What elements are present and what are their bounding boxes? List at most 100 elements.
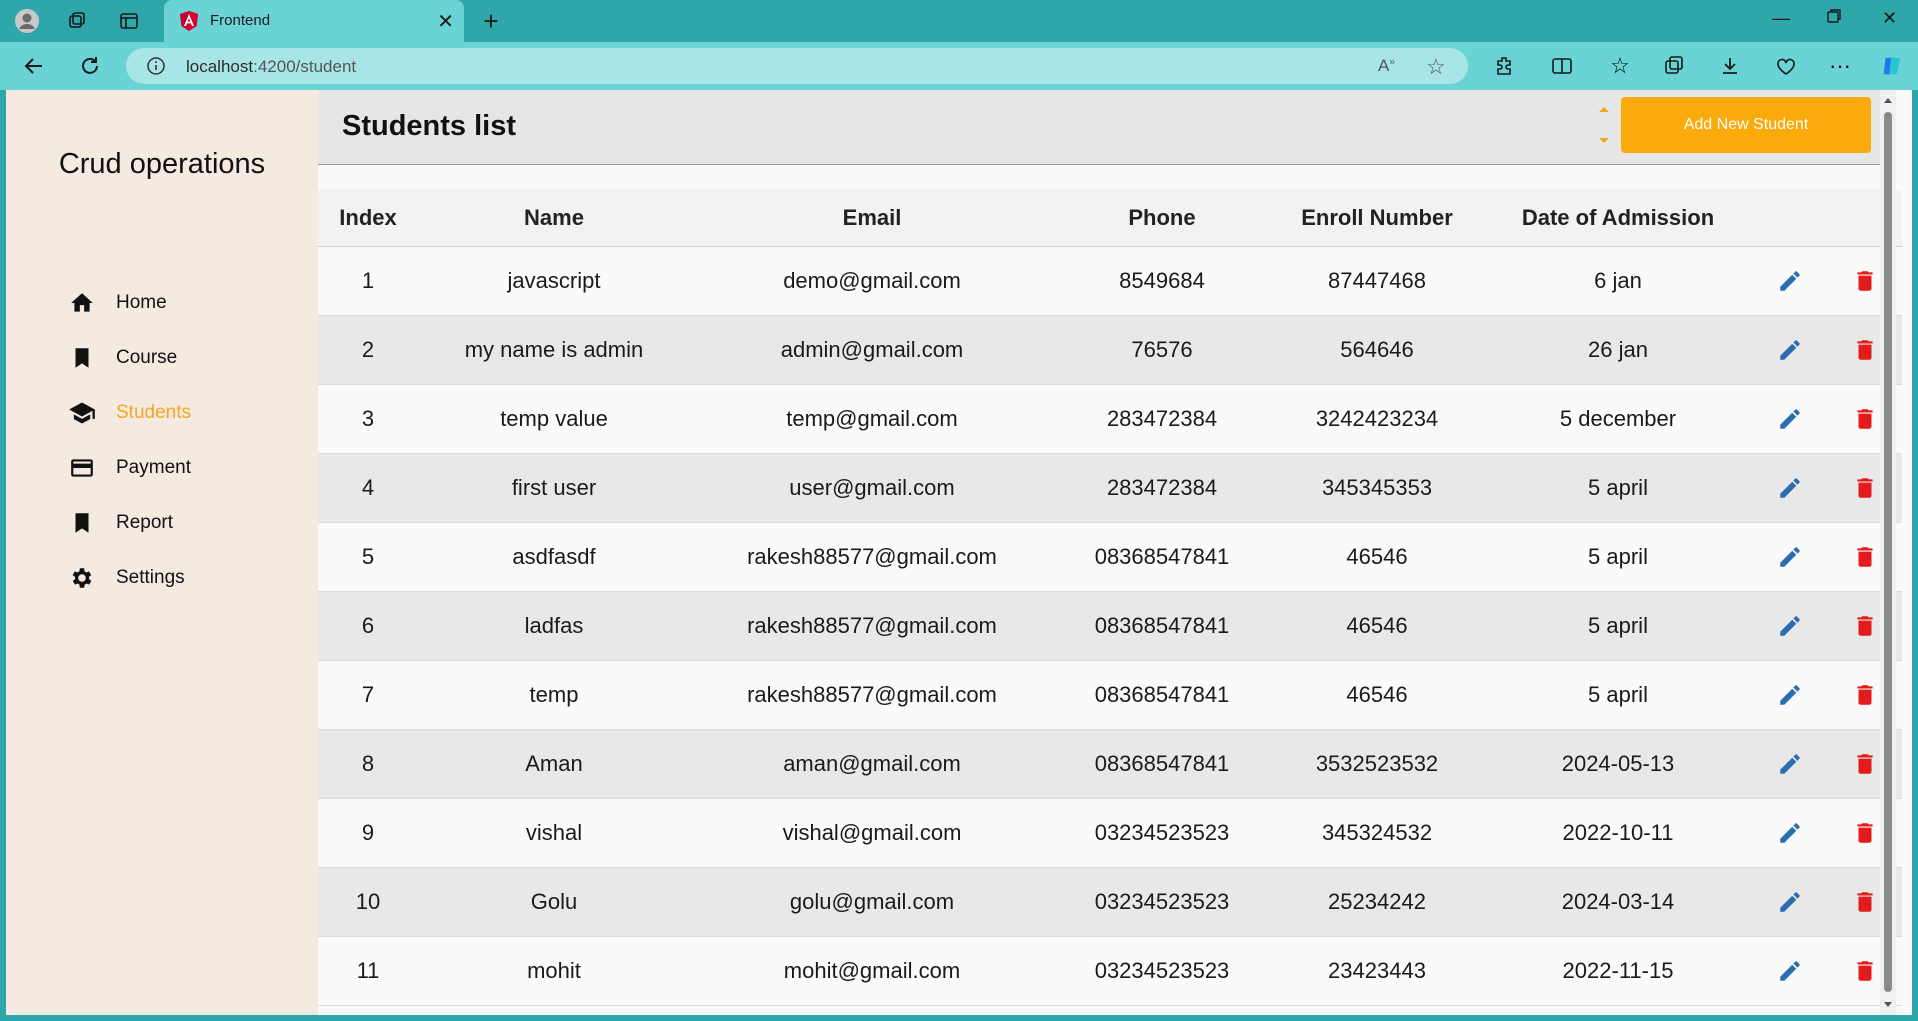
edit-pencil-icon[interactable]: [1776, 405, 1804, 433]
table-row: 5 asdfasdf rakesh88577@gmail.com 0836854784…: [318, 523, 1902, 592]
delete-trash-icon[interactable]: [1851, 405, 1879, 433]
enroll-number-cell: 23423443: [1328, 958, 1426, 983]
close-tab-icon[interactable]: ✕: [437, 9, 454, 34]
split-screen-icon[interactable]: [1550, 54, 1574, 78]
table-row: 2 my name is admin admin@gmail.com 76576 564…: [318, 316, 1902, 385]
email-cell: rakesh88577@gmail.com: [747, 544, 997, 569]
enroll-number-cell: 345324532: [1321, 820, 1433, 845]
add-new-student-button[interactable]: Add New Student: [1621, 97, 1871, 153]
name-cell: asdfasdf: [512, 544, 596, 569]
downloads-icon[interactable]: [1718, 54, 1742, 78]
close-window-icon[interactable]: ✕: [1882, 8, 1897, 29]
admission-date-cell: 5 april: [1588, 544, 1648, 569]
table-row: 3 temp value temp@gmail.com 283472384 324242…: [318, 385, 1902, 454]
more-options-icon[interactable]: ···: [1828, 53, 1852, 78]
email-cell: golu@gmail.com: [789, 889, 955, 914]
column-header[interactable]: Email: [690, 205, 1054, 231]
index-cell: 1: [361, 268, 375, 293]
info-icon[interactable]: [146, 56, 166, 81]
edit-pencil-icon[interactable]: [1776, 957, 1804, 985]
delete-trash-icon[interactable]: [1851, 888, 1879, 916]
edit-pencil-icon[interactable]: [1776, 681, 1804, 709]
delete-trash-icon[interactable]: [1851, 336, 1879, 364]
phone-cell: 76576: [1131, 337, 1193, 362]
browser-tab[interactable]: Frontend ✕: [164, 0, 464, 42]
edit-pencil-icon[interactable]: [1776, 336, 1804, 364]
favorite-star-icon[interactable]: ☆: [1426, 54, 1446, 80]
edit-pencil-icon[interactable]: [1776, 750, 1804, 778]
column-header[interactable]: Enroll Number: [1270, 205, 1484, 231]
column-header[interactable]: Index: [318, 205, 418, 231]
index-cell: 3: [361, 406, 375, 431]
admission-date-cell: 5 december: [1559, 406, 1677, 431]
scrollbar-thumb[interactable]: [1884, 112, 1892, 992]
delete-trash-icon[interactable]: [1851, 474, 1879, 502]
column-header[interactable]: Name: [418, 205, 690, 231]
collections-icon[interactable]: [1662, 54, 1686, 78]
browser-essentials-icon[interactable]: [1774, 54, 1798, 78]
enroll-number-cell: 46546: [1346, 544, 1408, 569]
edit-pencil-icon[interactable]: [1776, 474, 1804, 502]
sidebar-item-settings[interactable]: Settings: [68, 561, 185, 595]
refresh-icon[interactable]: [78, 54, 102, 78]
sidebar-item-report[interactable]: Report: [68, 506, 173, 540]
scrollbar[interactable]: [1880, 90, 1896, 1015]
favorites-icon[interactable]: ☆: [1608, 53, 1632, 78]
sidebar-item-payment[interactable]: Payment: [68, 451, 191, 485]
main-content: Students list Add New Student Index Name…: [318, 90, 1902, 1015]
edit-pencil-icon[interactable]: [1776, 612, 1804, 640]
back-arrow-icon[interactable]: [22, 54, 46, 78]
phone-cell: 283472384: [1106, 475, 1218, 500]
edit-pencil-icon[interactable]: [1776, 888, 1804, 916]
column-header[interactable]: Phone: [1054, 205, 1270, 231]
minimize-icon[interactable]: —: [1772, 8, 1790, 29]
enroll-number-cell: 345345353: [1321, 475, 1433, 500]
extensions-icon[interactable]: [1493, 54, 1517, 78]
copilot-icon[interactable]: [1880, 54, 1904, 78]
gear-icon: [68, 564, 96, 592]
delete-trash-icon[interactable]: [1851, 957, 1879, 985]
name-cell: temp: [529, 682, 579, 707]
index-cell: 11: [356, 958, 380, 983]
sidebar-item-course[interactable]: Course: [68, 341, 177, 375]
email-cell: temp@gmail.com: [786, 406, 958, 431]
angular-logo-icon: [178, 10, 200, 37]
index-cell: 6: [361, 613, 375, 638]
table-header-row: Index Name Email Phone Enroll Number Dat…: [318, 190, 1902, 247]
delete-trash-icon[interactable]: [1851, 267, 1879, 295]
restore-icon[interactable]: [1826, 8, 1842, 29]
table-row: 1 javascript demo@gmail.com 8549684 87447468…: [318, 247, 1902, 316]
delete-trash-icon[interactable]: [1851, 681, 1879, 709]
delete-trash-icon[interactable]: [1851, 750, 1879, 778]
read-aloud-icon[interactable]: A»: [1378, 56, 1395, 76]
workspaces-icon[interactable]: [64, 8, 90, 34]
edit-pencil-icon[interactable]: [1776, 819, 1804, 847]
name-cell: Golu: [530, 889, 578, 914]
profile-icon[interactable]: [14, 8, 40, 34]
vertical-tabs-icon[interactable]: [116, 8, 142, 34]
address-bar[interactable]: localhost:4200/student A» ☆: [126, 48, 1468, 84]
phone-cell: 283472384: [1106, 406, 1218, 431]
page-header: Students list Add New Student: [318, 90, 1896, 165]
delete-trash-icon[interactable]: [1851, 543, 1879, 571]
sidebar-item-students[interactable]: Students: [68, 396, 191, 430]
index-cell: 8: [361, 751, 375, 776]
admission-date-cell: 2024-03-14: [1561, 889, 1675, 914]
sort-arrows-icon[interactable]: [1596, 104, 1612, 146]
index-cell: 2: [361, 337, 375, 362]
column-header[interactable]: Date of Admission: [1484, 205, 1752, 231]
web-page: Crud operations Home Course Students Pay…: [6, 90, 1912, 1015]
edit-pencil-icon[interactable]: [1776, 543, 1804, 571]
edit-pencil-icon[interactable]: [1776, 267, 1804, 295]
enroll-number-cell: 564646: [1340, 337, 1414, 362]
delete-trash-icon[interactable]: [1851, 819, 1879, 847]
email-cell: rakesh88577@gmail.com: [747, 682, 997, 707]
sidebar-item-label: Payment: [116, 457, 191, 478]
name-cell: ladfas: [524, 613, 584, 638]
new-tab-icon[interactable]: +: [478, 6, 504, 36]
phone-cell: 03234523523: [1094, 889, 1230, 914]
sidebar-item-home[interactable]: Home: [68, 286, 167, 320]
delete-trash-icon[interactable]: [1851, 612, 1879, 640]
phone-cell: 08368547841: [1094, 613, 1230, 638]
admission-date-cell: 5 april: [1588, 475, 1648, 500]
